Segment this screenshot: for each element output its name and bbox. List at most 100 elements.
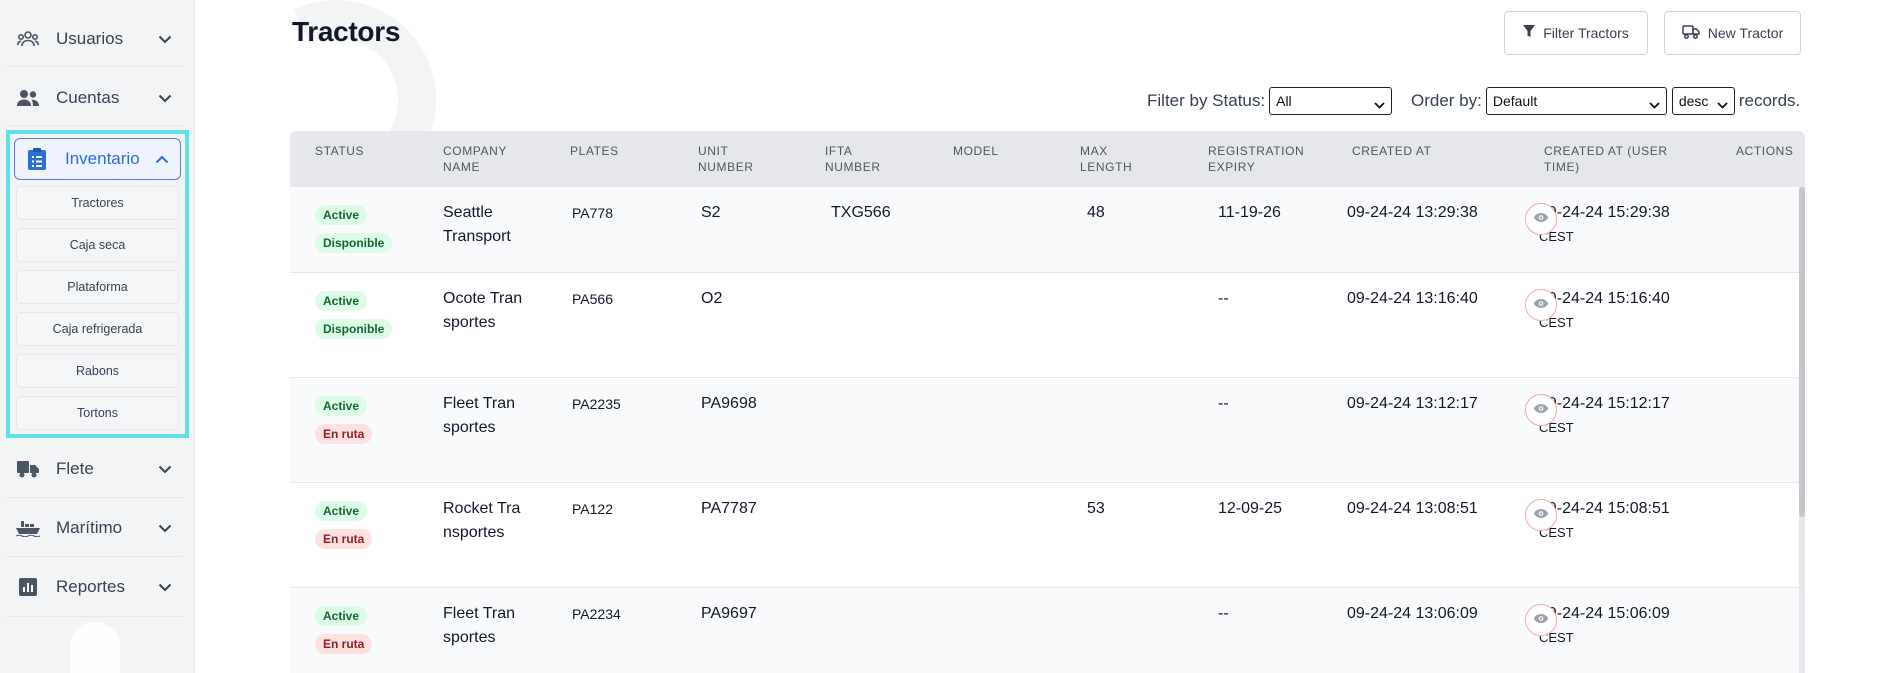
divider <box>6 66 183 67</box>
sidebar-item-usuarios[interactable]: Usuarios <box>6 14 183 64</box>
chevron-down-icon <box>153 575 177 599</box>
status-badge: Active <box>315 291 368 311</box>
chart-icon <box>16 575 40 599</box>
filter-tractors-button[interactable]: Filter Tractors <box>1504 11 1648 55</box>
view-button[interactable] <box>1525 499 1557 531</box>
unit-number-cell: PA9698 <box>701 395 757 412</box>
chevron-down-icon <box>153 86 177 110</box>
sidebar-subitem-caja-seca[interactable]: Caja seca <box>16 228 179 262</box>
table-scrollbar[interactable] <box>1799 187 1805 673</box>
sidebar-subitem-caja-refrigerada[interactable]: Caja refrigerada <box>16 312 179 346</box>
company-name-cell: Seattle Transport <box>443 204 511 245</box>
status-select[interactable]: All <box>1269 87 1393 115</box>
created-at-cell: 09-24-24 13:16:40 <box>1347 290 1478 307</box>
column-header-ifta-number[interactable]: IFTA NUMBER <box>825 143 895 175</box>
view-button[interactable] <box>1525 394 1557 426</box>
created-at-user-time-cell: 09-24-24 15:12:17 <box>1539 395 1670 412</box>
plates-cell: PA566 <box>572 291 613 307</box>
column-header-plates[interactable]: PLATES <box>570 143 619 159</box>
sidebar-item-label: Flete <box>56 459 94 478</box>
eye-icon <box>1533 506 1549 524</box>
company-name-cell: Fleet Transportes <box>443 395 516 436</box>
max-length-cell: 48 <box>1087 204 1105 221</box>
registration-expiry-cell: -- <box>1218 395 1229 412</box>
unit-number-cell: S2 <box>701 204 721 221</box>
table-row: Active Disponible Ocote Transportes PA56… <box>290 273 1799 378</box>
sidebar-item-label: Cuentas <box>56 88 120 107</box>
availability-badge: En ruta <box>315 634 373 654</box>
column-header-registration-expiry[interactable]: REGISTRATION EXPIRY <box>1208 143 1318 175</box>
column-header-unit-number[interactable]: UNIT NUMBER <box>698 143 768 175</box>
chevron-down-icon <box>153 27 177 51</box>
order-select[interactable]: Default <box>1485 87 1667 115</box>
status-badge: Active <box>315 205 368 225</box>
availability-badge: En ruta <box>315 529 373 549</box>
divider <box>6 125 183 126</box>
app: Usuarios Cuentas Inventario Tractores Ca… <box>0 0 1882 673</box>
filter-icon <box>1523 25 1536 41</box>
sidebar-item-label: Reportes <box>56 577 125 596</box>
divider <box>6 616 183 617</box>
users-icon <box>16 86 40 110</box>
registration-expiry-cell: -- <box>1218 290 1229 307</box>
company-name-cell: Ocote Transportes <box>443 290 523 331</box>
chevron-up-icon <box>150 147 174 171</box>
sidebar-subitem-rabons[interactable]: Rabons <box>16 354 179 388</box>
column-header-max-length[interactable]: MAX LENGTH <box>1080 143 1150 175</box>
unit-number-cell: PA7787 <box>701 500 757 517</box>
truck-icon <box>1682 24 1700 42</box>
sidebar-subitem-tortons[interactable]: Tortons <box>16 396 179 430</box>
sidebar-subitem-plataforma[interactable]: Plataforma <box>16 270 179 304</box>
view-button[interactable] <box>1525 289 1557 321</box>
ship-icon <box>16 516 40 540</box>
eye-icon <box>1533 401 1549 419</box>
sidebar-item-cuentas[interactable]: Cuentas <box>6 73 183 123</box>
view-button[interactable] <box>1525 203 1557 235</box>
unit-number-cell: O2 <box>701 290 723 307</box>
company-name-cell: Fleet Transportes <box>443 605 516 646</box>
sidebar-item-inventario[interactable]: Inventario <box>14 138 181 180</box>
sidebar: Usuarios Cuentas Inventario Tractores Ca… <box>0 0 195 673</box>
chevron-down-icon <box>153 457 177 481</box>
table-row: Active Disponible Seattle Transport PA77… <box>290 187 1799 273</box>
order-filter-group: Order by: Default desc records. <box>1411 86 1800 116</box>
sidebar-item-label: Inventario <box>65 149 140 168</box>
eye-icon <box>1533 210 1549 228</box>
button-label: New Tractor <box>1707 25 1784 41</box>
created-at-cell: 09-24-24 13:08:51 <box>1347 500 1478 517</box>
column-header-company-name[interactable]: COMPANY NAME <box>443 143 533 175</box>
view-button[interactable] <box>1525 604 1557 636</box>
sidebar-item-reportes[interactable]: Reportes <box>6 562 183 612</box>
main-content: Tractors Filter Tractors New Tractor Fil… <box>196 0 1882 673</box>
created-at-user-time-cell: 09-24-24 15:16:40 <box>1539 290 1670 307</box>
max-length-cell: 53 <box>1087 500 1105 517</box>
sidebar-item-maritimo[interactable]: Marítimo <box>6 503 183 553</box>
divider <box>6 497 183 498</box>
page-title: Tractors <box>292 16 401 47</box>
new-tractor-button[interactable]: New Tractor <box>1664 11 1801 55</box>
scrollbar-thumb[interactable] <box>1799 187 1805 517</box>
created-at-user-time-cell: 09-24-24 15:29:38 <box>1539 204 1670 221</box>
column-header-status[interactable]: STATUS <box>315 143 364 159</box>
company-name-cell: Rocket Transportes <box>443 500 521 541</box>
table-row: Active En ruta Fleet Transportes PA2235 … <box>290 378 1799 483</box>
records-label: records. <box>1738 91 1801 110</box>
registration-expiry-cell: -- <box>1218 605 1229 622</box>
created-at-cell: 09-24-24 13:29:38 <box>1347 204 1478 221</box>
ifta-number-cell: TXG566 <box>831 204 891 221</box>
unit-number-cell: PA9697 <box>701 605 757 622</box>
chevron-down-icon <box>1717 96 1728 112</box>
sidebar-item-flete[interactable]: Flete <box>6 444 183 494</box>
column-header-created-at[interactable]: CREATED AT <box>1352 143 1432 159</box>
table-row: Active En ruta Rocket Transportes PA122 … <box>290 483 1799 588</box>
registration-expiry-cell: 11-19-26 <box>1218 204 1281 221</box>
availability-badge: Disponible <box>315 233 393 253</box>
sidebar-subitem-tractores[interactable]: Tractores <box>16 186 179 220</box>
chevron-down-icon <box>153 516 177 540</box>
direction-select[interactable]: desc <box>1671 87 1735 115</box>
button-label: Filter Tractors <box>1543 25 1629 41</box>
created-at-cell: 09-24-24 13:06:09 <box>1347 605 1478 622</box>
column-header-model[interactable]: MODEL <box>953 143 999 159</box>
column-header-created-at-user-time[interactable]: CREATED AT (USER TIME) <box>1544 143 1694 175</box>
eye-icon <box>1533 611 1549 629</box>
